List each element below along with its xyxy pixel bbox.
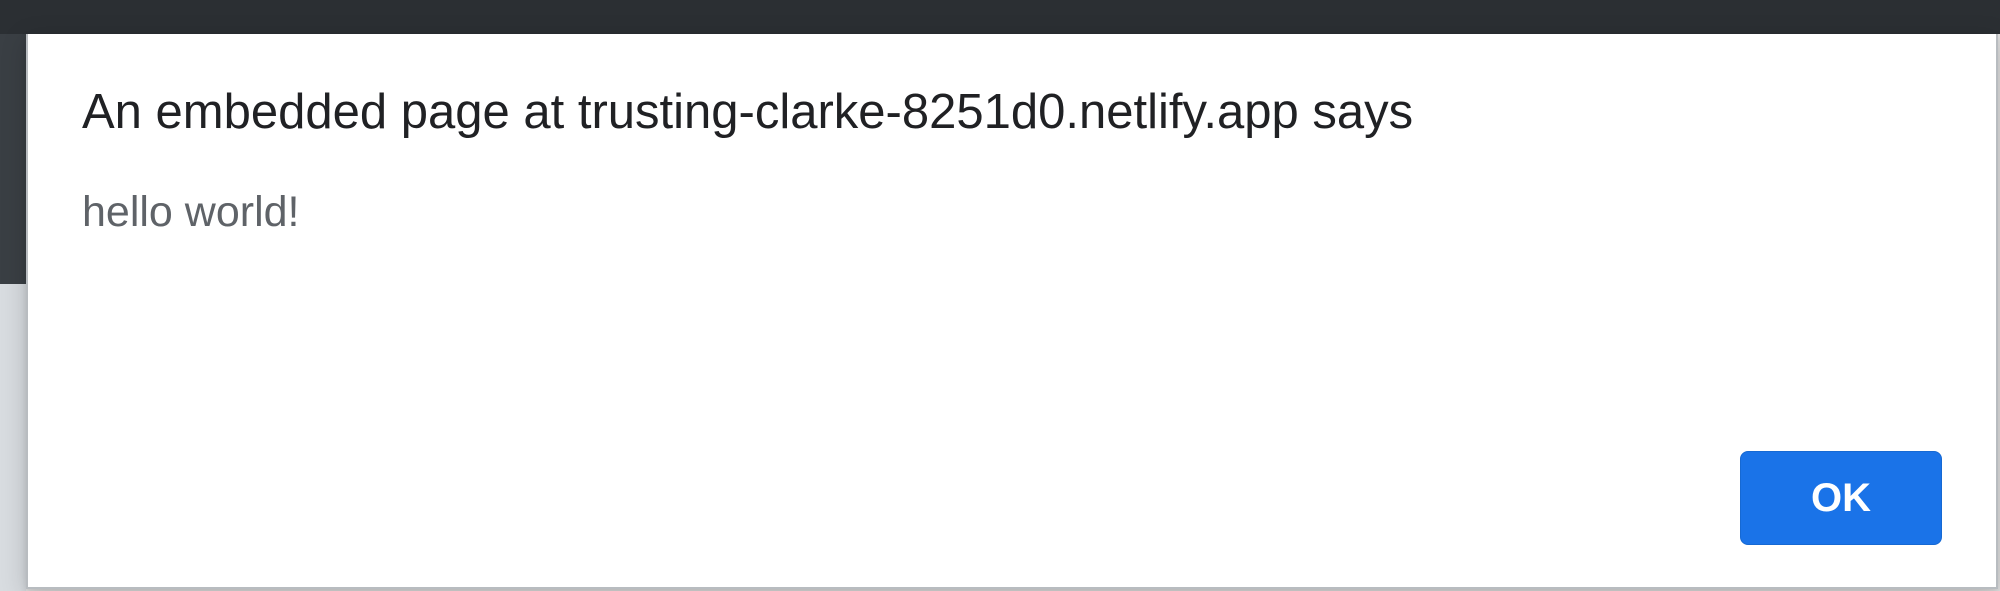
alert-actions: OK	[82, 451, 1942, 545]
javascript-alert-dialog: An embedded page at trusting-clarke-8251…	[26, 34, 1998, 589]
alert-title: An embedded page at trusting-clarke-8251…	[82, 82, 1942, 143]
ok-button[interactable]: OK	[1740, 451, 1942, 545]
browser-left-edge-dark	[0, 34, 26, 284]
alert-message: hello world!	[82, 185, 1942, 241]
browser-topbar	[0, 0, 2000, 34]
browser-left-edge	[0, 34, 26, 591]
